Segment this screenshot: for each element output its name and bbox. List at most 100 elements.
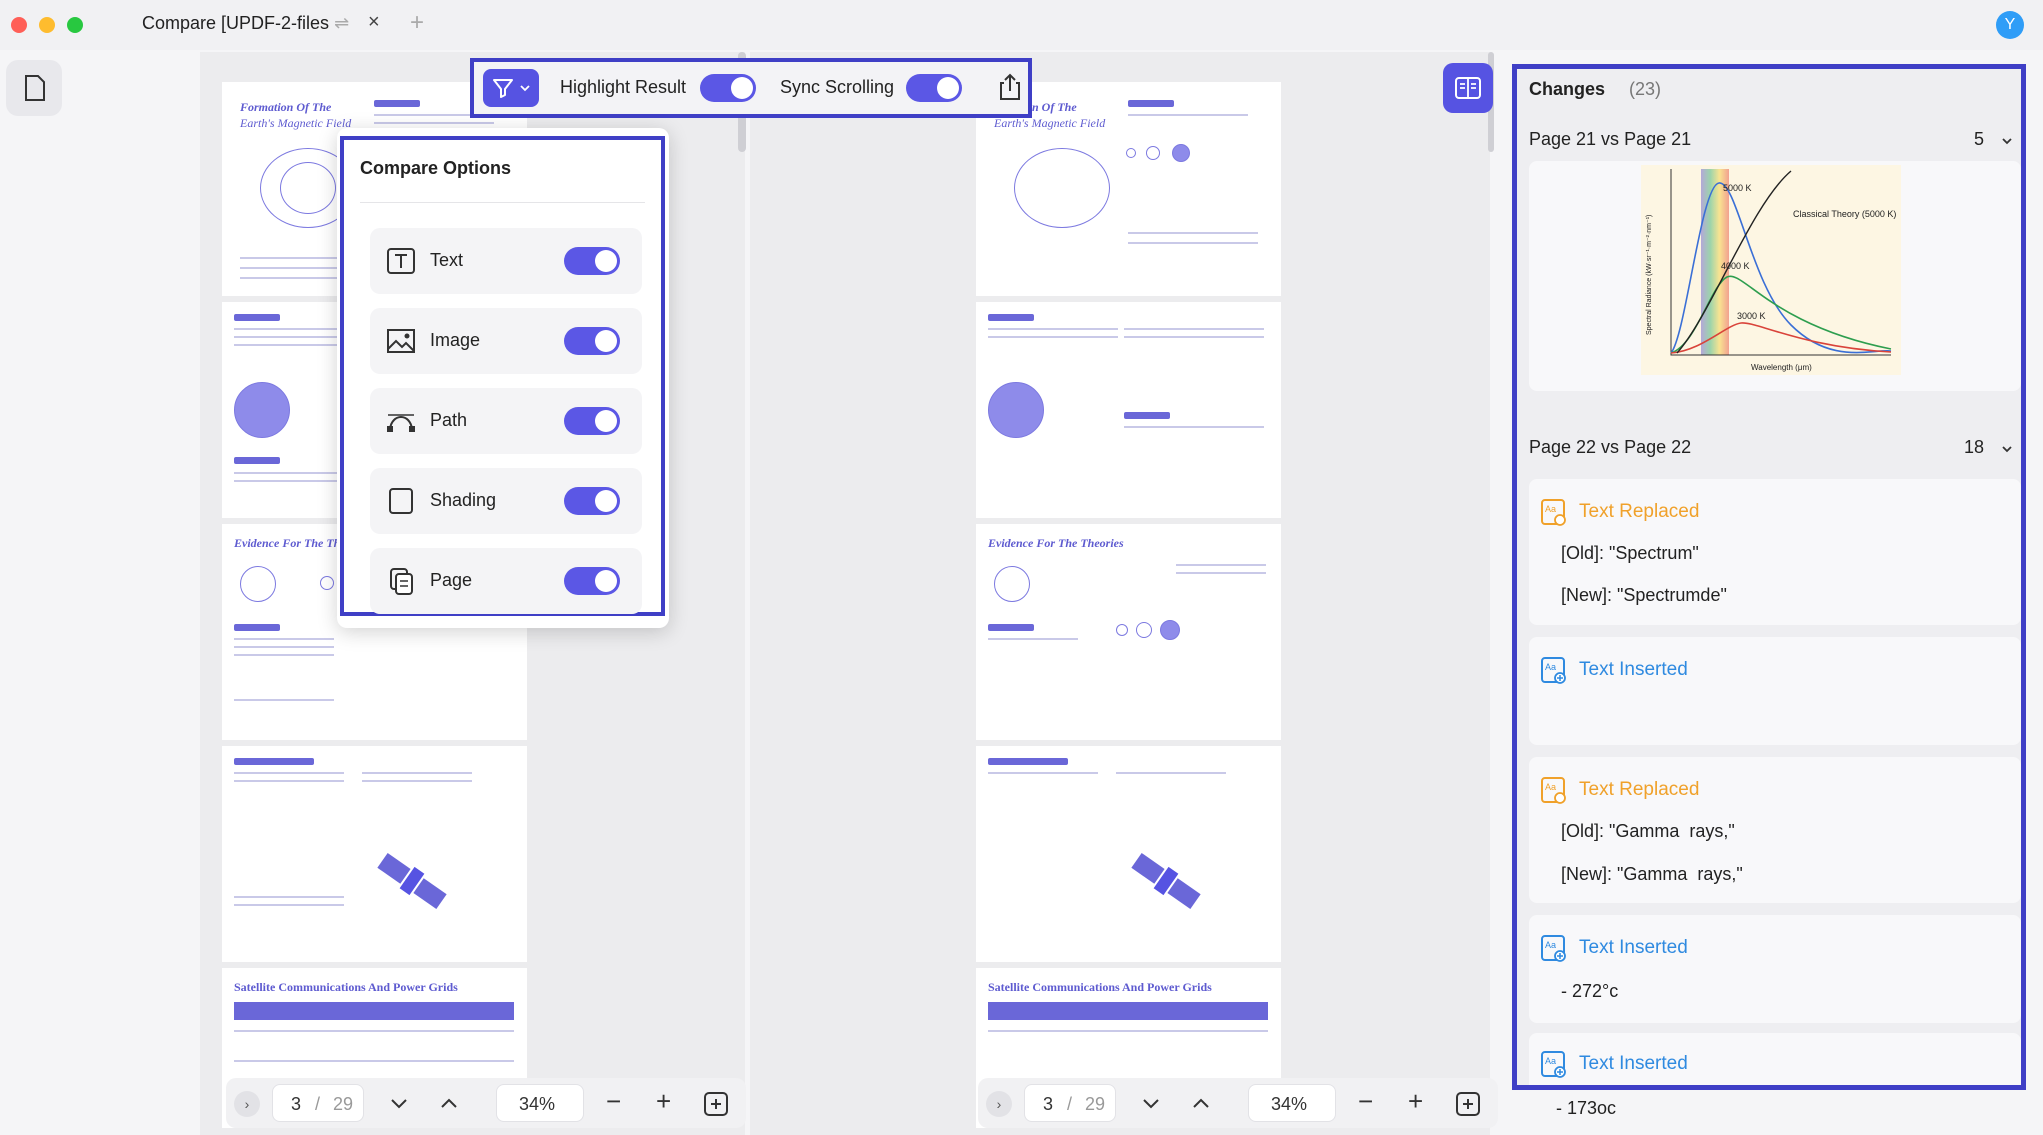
- svg-text:Aa: Aa: [1545, 782, 1556, 792]
- page-title: Evidence For The The: [234, 536, 346, 550]
- new-tab-button[interactable]: +: [410, 9, 424, 37]
- blackbody-chart-image: 5000 K 4000 K 3000 K Classical Theory (5…: [1641, 165, 1901, 375]
- page-number-field[interactable]: 3 / 29: [1024, 1084, 1116, 1122]
- page-title: Evidence For The Theories: [988, 536, 1124, 550]
- change-type: Text Inserted: [1579, 937, 1688, 958]
- chart-label-peak1: 5000 K: [1723, 183, 1752, 193]
- inserted-value: - 173oc: [1556, 1098, 1617, 1118]
- compare-panel-toggle[interactable]: [1443, 63, 1493, 113]
- change-card-4[interactable]: Aa Text Inserted - 272°c: [1529, 915, 2021, 1023]
- tab-close-button[interactable]: ×: [368, 11, 380, 34]
- close-window-button[interactable]: [11, 17, 27, 33]
- compare-options-title: Compare Options: [360, 158, 512, 178]
- option-text[interactable]: Text: [370, 228, 642, 294]
- zoom-field[interactable]: 34%: [496, 1084, 584, 1122]
- option-path[interactable]: Path: [370, 388, 642, 454]
- chevron-up-icon[interactable]: [1190, 1092, 1212, 1114]
- right-page-thumb-2[interactable]: [976, 302, 1281, 518]
- chevron-up-icon[interactable]: [438, 1092, 460, 1114]
- group-header-page-22[interactable]: Page 22 vs Page 22 18: [1517, 429, 2021, 469]
- page-title: Formation Of The: [240, 100, 332, 114]
- chevron-down-icon: [2002, 446, 2012, 453]
- text-inserted-icon: Aa: [1541, 1051, 1566, 1078]
- zoom-in-button[interactable]: +: [1408, 1086, 1423, 1117]
- page-icon: [25, 75, 45, 101]
- zoom-out-button[interactable]: −: [1358, 1086, 1373, 1117]
- document-tab[interactable]: Compare [UPDF-2-files ⇌: [142, 13, 349, 34]
- divider: [360, 202, 645, 203]
- group-header-page-21[interactable]: Page 21 vs Page 21 5: [1517, 121, 2021, 161]
- image-change-card[interactable]: 5000 K 4000 K 3000 K Classical Theory (5…: [1529, 161, 2021, 391]
- option-label: Image: [430, 330, 481, 350]
- text-replaced-icon: Aa: [1541, 499, 1566, 526]
- highlight-result-toggle[interactable]: [700, 74, 756, 102]
- option-label: Page: [430, 570, 473, 590]
- avatar[interactable]: Y: [1996, 11, 2024, 39]
- shading-toggle[interactable]: [564, 487, 620, 515]
- fit-page-icon[interactable]: [1454, 1090, 1482, 1118]
- zoom-out-button[interactable]: −: [606, 1086, 621, 1117]
- option-page[interactable]: Page: [370, 548, 642, 614]
- fit-page-icon[interactable]: [702, 1090, 730, 1118]
- option-image[interactable]: Image: [370, 308, 642, 374]
- zoom-window-button[interactable]: [67, 17, 83, 33]
- image-icon: [387, 329, 415, 353]
- right-navigation-bar: › 3 / 29 34% − +: [978, 1078, 1498, 1128]
- change-card-3[interactable]: Aa Text Replaced [Old]: "Gamma rays," [N…: [1529, 757, 2021, 903]
- zoom-in-button[interactable]: +: [656, 1086, 671, 1117]
- change-card-2[interactable]: Aa Text Inserted: [1529, 637, 2021, 745]
- tab-title: Compare [UPDF-2-files: [142, 13, 330, 33]
- chevron-down-icon[interactable]: [1140, 1092, 1162, 1114]
- change-card-1[interactable]: Aa Text Replaced [Old]: "Spectrum" [New]…: [1529, 479, 2021, 625]
- chevron-down-icon[interactable]: [388, 1092, 410, 1114]
- page-title: Satellite Communications And Power Grids: [988, 980, 1212, 994]
- compare-toolbar: Highlight Result Sync Scrolling: [470, 58, 1032, 118]
- total-pages: 29: [1085, 1094, 1106, 1114]
- changes-title: Changes: [1529, 79, 1606, 99]
- page-subtitle: Earth's Magnetic Field: [994, 116, 1106, 130]
- zoom-field[interactable]: 34%: [1248, 1084, 1336, 1122]
- right-page-thumb-4[interactable]: [976, 746, 1281, 962]
- right-document-pane[interactable]: on Of The Earth's Magnetic Field Evidenc…: [750, 52, 1494, 1135]
- changes-count: (23): [1629, 79, 1662, 99]
- new-value: [New]: "Spectrumde": [1561, 585, 1727, 605]
- left-navigation-bar: › 3 / 29 34% − +: [226, 1078, 746, 1128]
- page-separator: /: [315, 1094, 321, 1114]
- filter-icon: [493, 79, 513, 98]
- text-replaced-icon: Aa: [1541, 777, 1566, 804]
- expand-nav-button[interactable]: ›: [234, 1091, 260, 1117]
- share-icon[interactable]: [994, 71, 1026, 103]
- svg-text:Aa: Aa: [1545, 504, 1556, 514]
- tab-drag-icon: ⇌: [334, 13, 350, 33]
- expand-nav-button[interactable]: ›: [986, 1091, 1012, 1117]
- page-title: on Of The: [1026, 100, 1077, 114]
- shading-square-icon: [389, 488, 413, 514]
- text-toggle[interactable]: [564, 247, 620, 275]
- sync-scrolling-toggle[interactable]: [906, 74, 962, 102]
- old-value: [Old]: "Spectrum": [1561, 543, 1699, 563]
- chevron-down-icon: [520, 85, 530, 92]
- group-count: 5: [1974, 129, 1985, 149]
- chart-label-peak3: 3000 K: [1737, 311, 1766, 321]
- change-card-5[interactable]: Aa Text Inserted: [1529, 1033, 2021, 1085]
- option-label: Path: [430, 410, 468, 430]
- sync-scrolling-label: Sync Scrolling: [780, 77, 895, 97]
- option-shading[interactable]: Shading: [370, 468, 642, 534]
- satellite-icon: [1131, 852, 1201, 910]
- svg-text:Aa: Aa: [1545, 662, 1556, 672]
- left-page-thumb-4[interactable]: [222, 746, 527, 962]
- path-toggle[interactable]: [564, 407, 620, 435]
- change-type: Text Inserted: [1579, 1053, 1688, 1074]
- minimize-window-button[interactable]: [39, 17, 55, 33]
- current-page: 3: [291, 1094, 302, 1114]
- right-page-thumb-3[interactable]: Evidence For The Theories: [976, 524, 1281, 740]
- chart-xlabel: Wavelength (μm): [1751, 363, 1812, 372]
- image-toggle[interactable]: [564, 327, 620, 355]
- satellite-icon: [377, 852, 447, 910]
- change-type: Text Replaced: [1579, 501, 1700, 522]
- change-type: Text Replaced: [1579, 779, 1700, 800]
- filter-button[interactable]: [483, 69, 539, 107]
- page-toggle[interactable]: [564, 567, 620, 595]
- thumbnail-toggle-button[interactable]: [6, 60, 62, 116]
- page-number-field[interactable]: 3 / 29: [272, 1084, 364, 1122]
